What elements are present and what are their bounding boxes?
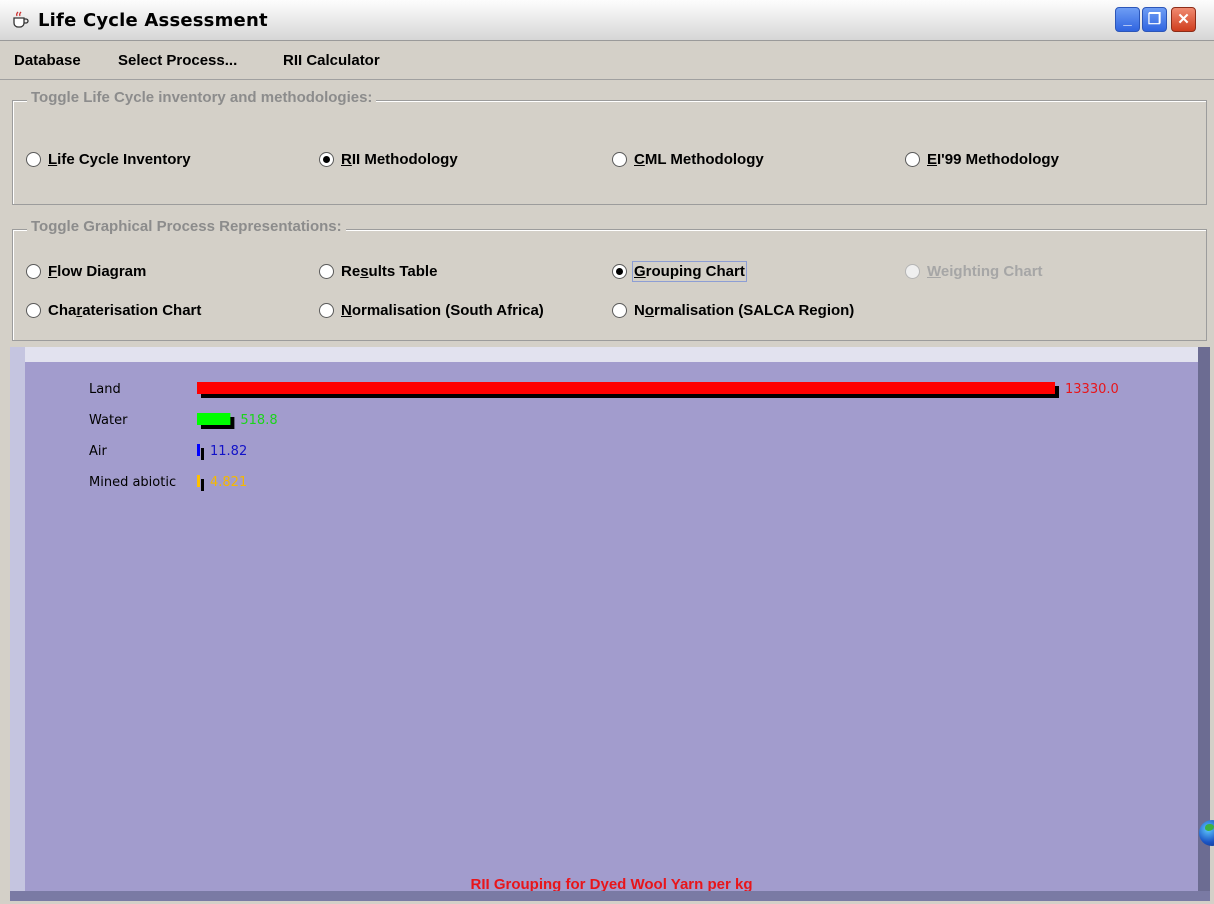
chart-title: RII Grouping for Dyed Wool Yarn per kg xyxy=(470,876,753,891)
radio-results-table[interactable]: Results Table xyxy=(319,263,437,280)
radio-indicator xyxy=(612,152,627,167)
menu-rii-calculator[interactable]: RII Calculator xyxy=(283,52,380,69)
radio-ei99-methodology[interactable]: EI'99 Methodology xyxy=(905,151,1059,168)
category-label: Water xyxy=(89,413,128,428)
radio-indicator xyxy=(319,264,334,279)
radio-charaterisation-chart[interactable]: Charaterisation Chart xyxy=(26,302,201,319)
data-label: 13330.0 xyxy=(1065,382,1119,397)
radio-indicator-selected xyxy=(319,152,334,167)
menu-database[interactable]: Database xyxy=(14,52,81,69)
chart-plot-area: Land 13330.0 Water 518.8 Air 11.82 Mined abiot… xyxy=(25,362,1198,891)
chart-bevel xyxy=(10,347,25,901)
menu-select-process[interactable]: Select Process... xyxy=(118,52,237,69)
menu-bar: Database Select Process... RII Calculato… xyxy=(0,41,1214,80)
data-label: 4.821 xyxy=(210,475,247,490)
methodologies-legend: Toggle Life Cycle inventory and methodol… xyxy=(27,89,377,106)
radio-indicator xyxy=(905,264,920,279)
close-button[interactable]: ✕ xyxy=(1171,7,1196,32)
bar xyxy=(197,475,200,487)
radio-weighting-chart: Weighting Chart xyxy=(905,263,1043,280)
restore-button[interactable]: ❐ xyxy=(1142,7,1167,32)
radio-indicator xyxy=(612,303,627,318)
radio-cml-methodology[interactable]: CML Methodology xyxy=(612,151,764,168)
radio-indicator xyxy=(26,303,41,318)
radio-life-cycle-inventory[interactable]: Life Cycle Inventory xyxy=(26,151,191,168)
data-label: 11.82 xyxy=(210,444,247,459)
methodologies-panel: Toggle Life Cycle inventory and methodol… xyxy=(12,89,1207,205)
category-label: Air xyxy=(89,444,108,459)
chart-bevel xyxy=(1198,347,1210,901)
radio-indicator xyxy=(26,264,41,279)
bar-shadow xyxy=(201,479,204,491)
grouping-bar-chart: Land 13330.0 Water 518.8 Air 11.82 Mined abiot… xyxy=(89,382,1119,491)
radio-grouping-chart[interactable]: Grouping Chart xyxy=(612,261,747,282)
chart-bevel xyxy=(10,347,1210,362)
radio-normalisation-salca-region[interactable]: Normalisation (SALCA Region) xyxy=(612,302,854,319)
window-title: Life Cycle Assessment xyxy=(38,10,268,31)
radio-indicator xyxy=(319,303,334,318)
data-label: 518.8 xyxy=(240,413,277,428)
bar xyxy=(197,444,200,456)
radio-rii-methodology[interactable]: RII Methodology xyxy=(319,151,458,168)
bar xyxy=(197,382,1055,394)
category-label: Mined abiotic xyxy=(89,475,176,490)
category-label: Land xyxy=(89,382,121,397)
bar xyxy=(197,413,231,425)
bar-shadow xyxy=(201,448,204,460)
chart-bevel xyxy=(10,891,1210,901)
representations-legend: Toggle Graphical Process Representations… xyxy=(27,218,346,235)
radio-indicator xyxy=(905,152,920,167)
title-bar: Life Cycle Assessment _ ❐ ✕ xyxy=(0,0,1214,41)
radio-normalisation-south-africa[interactable]: Normalisation (South Africa) xyxy=(319,302,544,319)
chart-panel: Land 13330.0 Water 518.8 Air 11.82 Mined abiot… xyxy=(10,347,1210,901)
minimize-button[interactable]: _ xyxy=(1115,7,1140,32)
coffee-cup-icon xyxy=(13,11,29,28)
radio-flow-diagram[interactable]: Flow Diagram xyxy=(26,263,146,280)
radio-indicator-selected xyxy=(612,264,627,279)
representations-panel: Toggle Graphical Process Representations… xyxy=(12,218,1207,341)
radio-indicator xyxy=(26,152,41,167)
